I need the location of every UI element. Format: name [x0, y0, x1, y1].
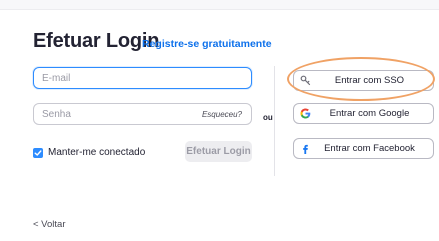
password-field[interactable]: Esqueceu?	[33, 103, 252, 125]
login-button[interactable]: Efetuar Login	[185, 141, 252, 162]
facebook-icon	[294, 143, 316, 154]
or-separator: ou	[263, 113, 273, 122]
vertical-divider	[274, 66, 275, 176]
keep-signed-in-checkbox[interactable]	[33, 147, 43, 158]
keep-signed-in[interactable]: Manter-me conectado	[33, 147, 145, 158]
checkmark-icon	[34, 149, 42, 156]
forgot-password-link[interactable]: Esqueceu?	[202, 110, 242, 119]
signup-link[interactable]: Registre-se gratuitamente	[142, 38, 272, 50]
facebook-login-button[interactable]: Entrar com Facebook	[293, 138, 434, 159]
facebook-login-label: Entrar com Facebook	[324, 143, 415, 154]
key-icon	[294, 75, 316, 86]
page-title: Efetuar Login	[33, 30, 160, 52]
email-field[interactable]	[33, 67, 252, 89]
keep-signed-in-label: Manter-me conectado	[48, 147, 146, 158]
google-icon	[294, 108, 316, 119]
email-input[interactable]	[34, 68, 251, 89]
google-login-label: Entrar com Google	[329, 108, 410, 119]
sso-login-button[interactable]: Entrar com SSO	[293, 70, 434, 91]
login-page: Efetuar Login Registre-se gratuitamente …	[0, 0, 439, 241]
back-link[interactable]: < Voltar	[33, 219, 65, 230]
sso-login-label: Entrar com SSO	[334, 75, 405, 86]
google-login-button[interactable]: Entrar com Google	[293, 103, 434, 124]
top-bar	[0, 0, 439, 10]
